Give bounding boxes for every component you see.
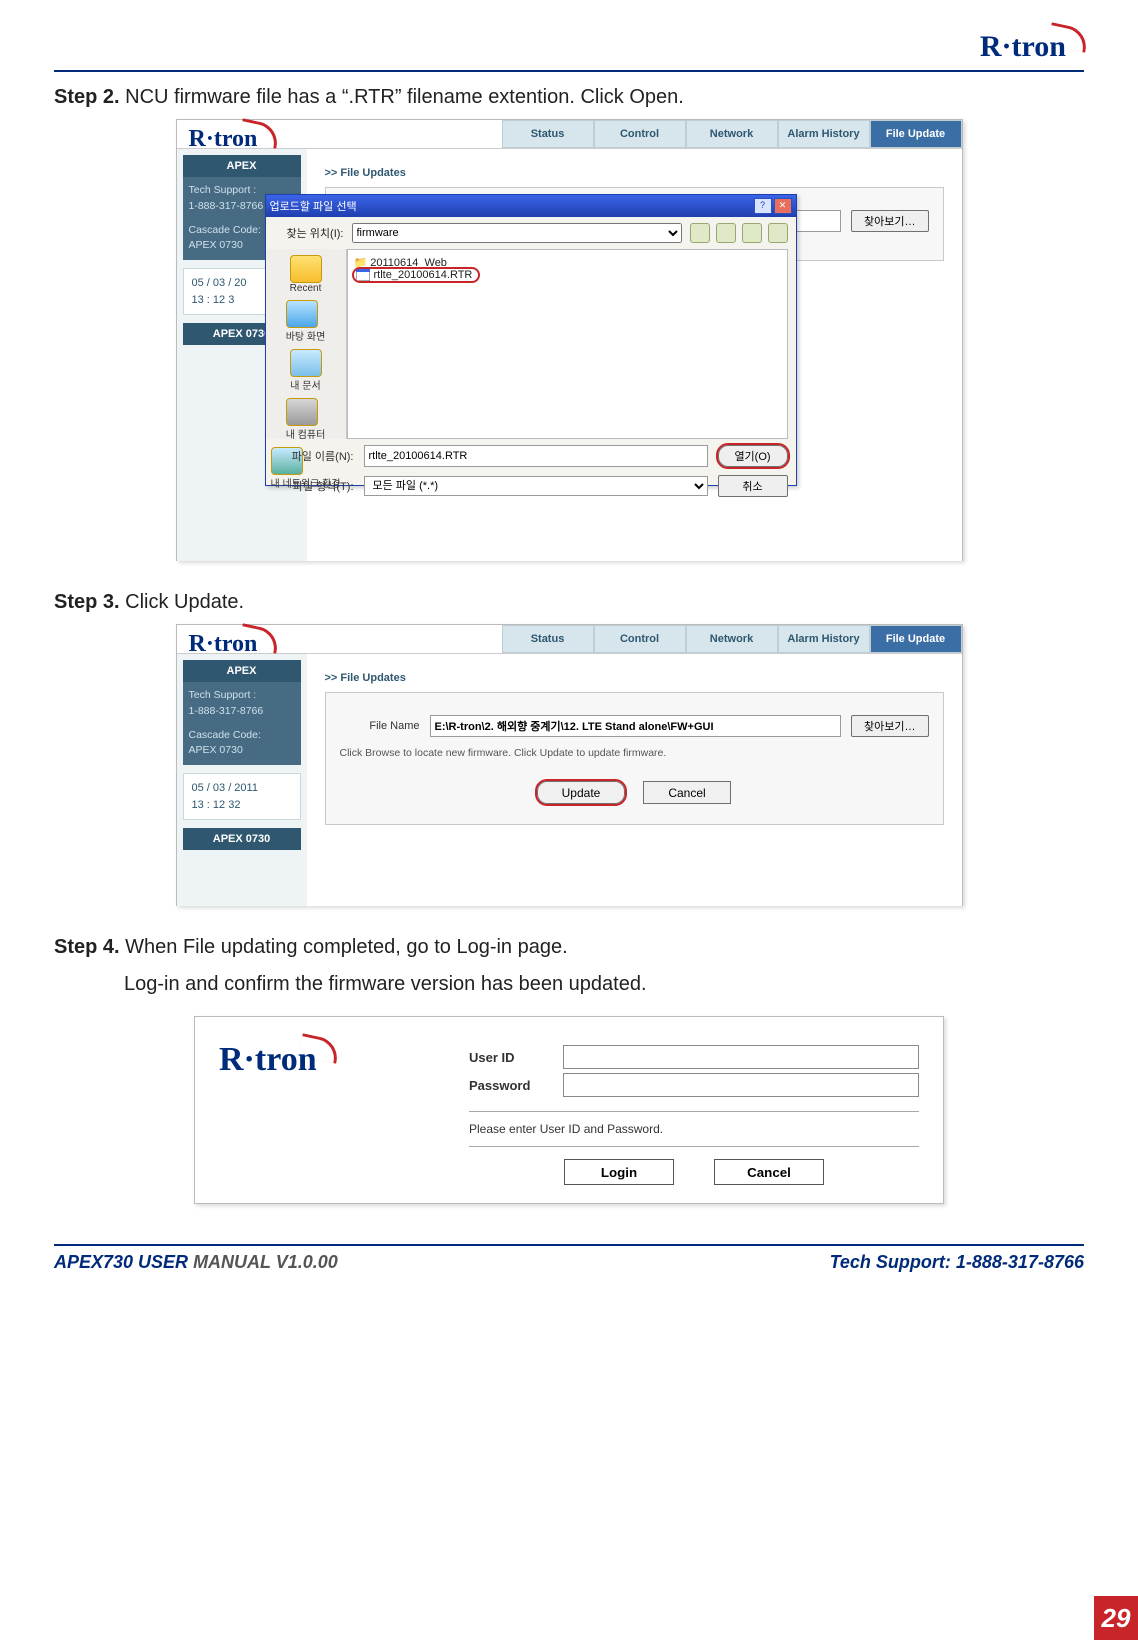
up-icon[interactable] xyxy=(716,223,736,243)
section-title: >> File Updates xyxy=(325,167,944,179)
filename-input[interactable] xyxy=(430,715,842,737)
section-title: >> File Updates xyxy=(325,672,944,684)
dlg-filename-label: 파일 이름(N): xyxy=(274,448,354,464)
views-icon[interactable] xyxy=(768,223,788,243)
dlg-filename-input[interactable] xyxy=(364,445,708,467)
newfolder-icon[interactable] xyxy=(742,223,762,243)
list-file-rtr[interactable]: rtlte_20100614.RTR xyxy=(354,269,479,281)
tab-network[interactable]: Network xyxy=(686,120,778,148)
tab-status[interactable]: Status xyxy=(502,120,594,148)
step-4-text-2: Log-in and confirm the firmware version … xyxy=(124,973,1084,996)
dlg-filetype-select[interactable]: 모든 파일 (*.*) xyxy=(364,476,708,496)
userid-input[interactable] xyxy=(563,1045,919,1069)
screenshot-step3: R·tron Status Control Network Alarm Hist… xyxy=(176,624,963,906)
step-2-text: Step 2. NCU firmware file has a “.RTR” f… xyxy=(54,86,1084,109)
tab-alarm-history[interactable]: Alarm History xyxy=(778,120,870,148)
sidebar-title: APEX xyxy=(183,155,301,177)
lookin-select[interactable]: firmware xyxy=(352,223,682,243)
sidebar: APEX Tech Support : 1-888-317-8766 Casca… xyxy=(177,654,307,906)
tab-alarm-history[interactable]: Alarm History xyxy=(778,625,870,653)
page-header: R·tron xyxy=(54,30,1084,72)
dlg-cancel-button[interactable]: 취소 xyxy=(718,475,788,497)
step-3-text: Step 3. Click Update. xyxy=(54,591,1084,614)
app-logo: R·tron xyxy=(189,631,276,658)
list-folder[interactable]: 20110614_Web xyxy=(354,256,781,269)
tab-file-update[interactable]: File Update xyxy=(870,120,962,148)
password-input[interactable] xyxy=(563,1073,919,1097)
tab-bar: Status Control Network Alarm History Fil… xyxy=(177,120,962,149)
back-icon[interactable] xyxy=(690,223,710,243)
browse-button[interactable]: 찾아보기… xyxy=(851,210,928,232)
filename-label: File Name xyxy=(340,720,420,732)
screenshot-login: R·tron User ID Password Please enter Use… xyxy=(194,1016,944,1204)
login-hint: Please enter User ID and Password. xyxy=(469,1111,919,1136)
step-4-text-1: Step 4. When File updating completed, go… xyxy=(54,936,1084,959)
sidebar-title: APEX xyxy=(183,660,301,682)
password-label: Password xyxy=(469,1078,549,1093)
close-icon[interactable]: ✕ xyxy=(774,198,792,214)
dlg-filetype-label: 파일 형식(T): xyxy=(274,478,354,494)
app-logo: R·tron xyxy=(189,126,276,153)
desktop-icon[interactable] xyxy=(286,300,318,328)
sidebar-footer-box: APEX 0730 xyxy=(183,828,301,850)
tab-network[interactable]: Network xyxy=(686,625,778,653)
dialog-title-text: 업로드할 파일 선택 xyxy=(270,198,357,214)
rtron-logo: R·tron xyxy=(980,30,1084,64)
page-number: 29 xyxy=(1094,1596,1138,1640)
cancel-button[interactable]: Cancel xyxy=(643,781,731,804)
tab-control[interactable]: Control xyxy=(594,120,686,148)
browse-button[interactable]: 찾아보기… xyxy=(851,715,928,737)
file-list[interactable]: 20110614_Web rtlte_20100614.RTR xyxy=(347,249,788,439)
login-logo: R·tron xyxy=(219,1041,335,1079)
dialog-titlebar: 업로드할 파일 선택 ? ✕ xyxy=(266,195,796,217)
tab-status[interactable]: Status xyxy=(502,625,594,653)
login-cancel-button[interactable]: Cancel xyxy=(714,1159,824,1185)
userid-label: User ID xyxy=(469,1050,549,1065)
page-footer: APEX730 USER MANUAL V1.0.00 Tech Support… xyxy=(54,1246,1084,1291)
footer-support: Tech Support: 1-888-317-8766 xyxy=(830,1252,1084,1273)
help-icon[interactable]: ? xyxy=(754,198,772,214)
open-button[interactable]: 열기(O) xyxy=(718,445,788,467)
mypc-icon[interactable] xyxy=(286,398,318,426)
dialog-toolbar xyxy=(690,223,788,243)
recent-icon[interactable] xyxy=(290,255,322,283)
places-bar: Recent 바탕 화면 내 문서 내 컴퓨터 내 네트워크 환경 xyxy=(266,249,347,439)
tab-control[interactable]: Control xyxy=(594,625,686,653)
file-dialog: 업로드할 파일 선택 ? ✕ 찾는 위치(I): firmware xyxy=(265,194,797,486)
update-hint: Click Browse to locate new firmware. Cli… xyxy=(340,747,929,759)
login-button[interactable]: Login xyxy=(564,1159,674,1185)
screenshot-step2: R·tron Status Control Network Alarm Hist… xyxy=(176,119,963,561)
sidebar-datetime: 05 / 03 / 2011 13 : 12 32 xyxy=(183,773,301,820)
footer-manual: APEX730 USER MANUAL V1.0.00 xyxy=(54,1252,338,1273)
mydocs-icon[interactable] xyxy=(290,349,322,377)
tab-bar: Status Control Network Alarm History Fil… xyxy=(177,625,962,654)
lookin-label: 찾는 위치(I): xyxy=(274,225,344,241)
sidebar-tech-info: Tech Support : 1-888-317-8766 Cascade Co… xyxy=(183,682,301,765)
update-button[interactable]: Update xyxy=(537,781,625,804)
tab-file-update[interactable]: File Update xyxy=(870,625,962,653)
